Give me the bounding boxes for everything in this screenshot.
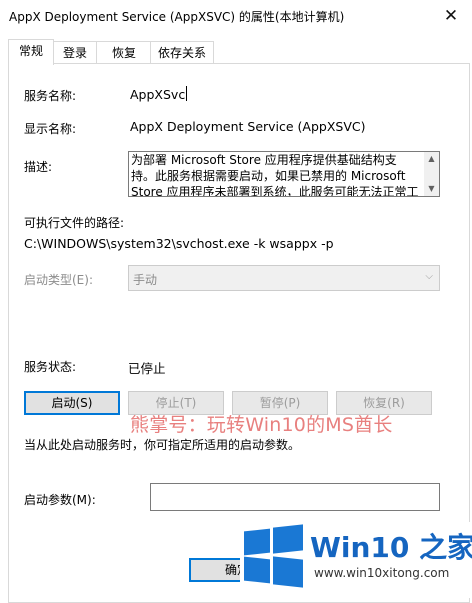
tab-logon[interactable]: 登录 <box>52 41 98 64</box>
service-name-label: 服务名称: <box>24 89 77 103</box>
windows-logo-tile-icon <box>244 556 270 584</box>
windows-logo-tile-icon <box>273 556 303 588</box>
display-name-label: 显示名称: <box>24 122 77 136</box>
startup-type-select[interactable]: 手动 ⌵ <box>128 265 440 291</box>
windows-logo-tile-icon <box>273 524 303 554</box>
start-params-hint: 当从此处启动服务时，你可指定所适用的启动参数。 <box>24 438 301 452</box>
logo-url: www.win10xitong.com <box>314 566 450 580</box>
service-status-label: 服务状态: <box>24 360 77 374</box>
logo-name: Win10 之家 <box>310 531 472 564</box>
description-label: 描述: <box>24 160 53 174</box>
text-cursor <box>186 86 188 101</box>
service-name-text[interactable]: AppXSvc <box>130 87 185 102</box>
close-icon[interactable]: ✕ <box>440 6 462 26</box>
exe-path-label: 可执行文件的路径: <box>24 216 125 230</box>
window-title: AppX Deployment Service (AppXSVC) 的属性(本地… <box>9 10 345 24</box>
tab-recovery[interactable]: 恢复 <box>96 41 152 64</box>
scroll-down-icon[interactable]: ▼ <box>424 182 439 196</box>
start-button[interactable]: 启动(S) <box>24 391 120 415</box>
tab-general[interactable]: 常规 <box>8 39 54 65</box>
windows-logo-icon <box>244 528 270 556</box>
chevron-down-icon: ⌵ <box>425 271 433 282</box>
display-name-value[interactable]: AppX Deployment Service (AppXSVC) <box>130 119 366 134</box>
tab-dependencies[interactable]: 依存关系 <box>150 41 214 64</box>
description-box[interactable]: 为部署 Microsoft Store 应用程序提供基础结构支持。此服务根据需要… <box>128 151 440 197</box>
scroll-up-icon[interactable]: ▲ <box>424 152 439 166</box>
title-bar: AppX Deployment Service (AppXSVC) 的属性(本地… <box>0 0 472 32</box>
service-status-value: 已停止 <box>128 361 166 376</box>
watermark-text: 熊掌号：玩转Win10的MS酋长 <box>130 414 393 436</box>
start-params-label: 启动参数(M): <box>24 493 96 507</box>
exe-path-value[interactable]: C:\WINDOWS\system32\svchost.exe -k wsapp… <box>24 236 334 251</box>
description-scrollbar[interactable]: ▲ ▼ <box>424 152 439 196</box>
service-name-value[interactable]: AppXSvc <box>130 86 188 102</box>
description-text: 为部署 Microsoft Store 应用程序提供基础结构支持。此服务根据需要… <box>131 153 419 197</box>
startup-type-label: 启动类型(E): <box>24 273 93 287</box>
start-params-input[interactable] <box>150 483 440 511</box>
win10-logo: Win10 之家 www.win10xitong.com <box>240 522 472 598</box>
startup-type-value: 手动 <box>133 273 158 287</box>
